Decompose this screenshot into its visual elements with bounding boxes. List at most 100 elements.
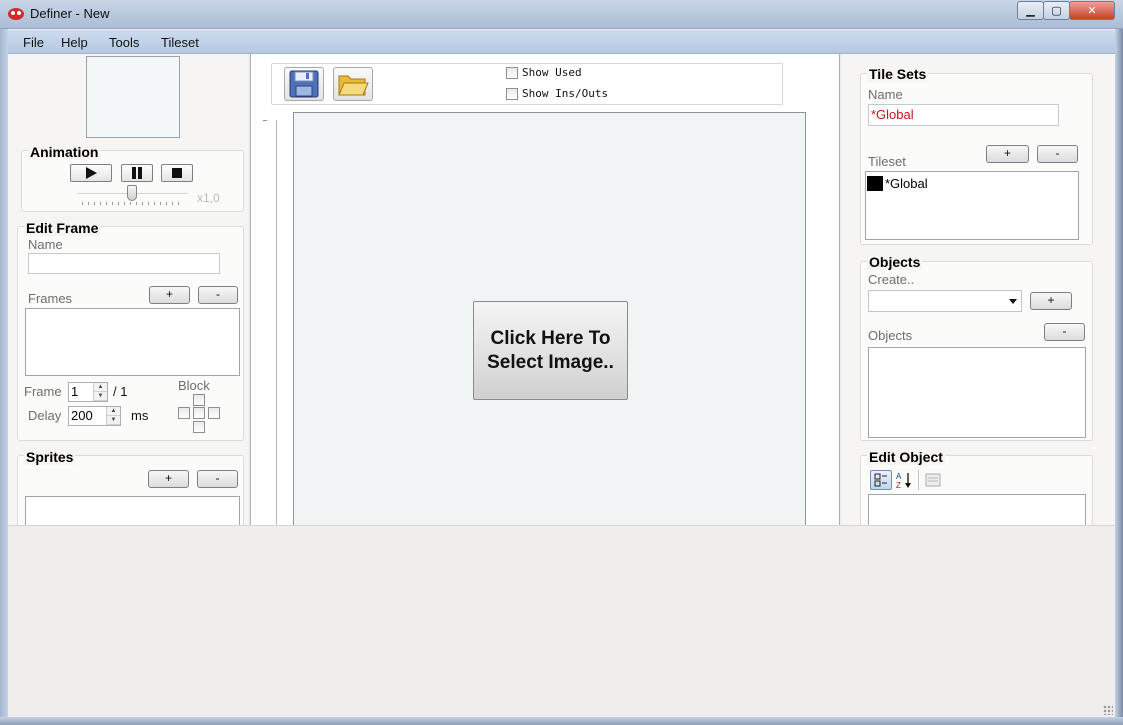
animation-preview <box>86 56 180 138</box>
floppy-disk-icon <box>289 70 319 98</box>
pause-button[interactable] <box>121 164 153 182</box>
speed-slider-thumb[interactable] <box>127 185 137 201</box>
menu-tools[interactable]: Tools <box>109 35 139 50</box>
menu-bar: File Help Tools Tileset <box>8 30 1115 54</box>
close-icon: ✕ <box>1087 5 1097 17</box>
svg-text:A: A <box>896 472 902 481</box>
objects-label: Objects <box>868 328 913 343</box>
stepper-down-icon[interactable]: ▼ <box>94 392 107 401</box>
frame-total: / 1 <box>113 384 128 399</box>
tile-sets-title: Tile Sets <box>867 66 929 82</box>
window-frame-bottom <box>0 717 1123 725</box>
sprites-title: Sprites <box>24 449 76 465</box>
maximize-button[interactable]: ▢ <box>1043 1 1070 20</box>
remove-object-button[interactable]: - <box>1044 323 1085 341</box>
delay-label: Delay <box>28 408 62 423</box>
window-title: Definer - New <box>30 6 110 21</box>
chevron-down-icon <box>1009 299 1017 304</box>
menu-tileset[interactable]: Tileset <box>161 35 199 50</box>
add-sprite-button[interactable]: + <box>148 470 189 488</box>
menu-file[interactable]: File <box>23 35 44 50</box>
frames-list[interactable] <box>25 308 240 376</box>
block-label: Block <box>178 378 210 393</box>
save-button[interactable] <box>284 67 324 101</box>
frame-number-stepper[interactable]: 1 ▲ ▼ <box>68 382 108 402</box>
edit-frame-group: Edit Frame Name Frames + - Frame 1 ▲ ▼ / … <box>17 220 244 441</box>
block-left-checkbox[interactable] <box>178 407 190 419</box>
list-item[interactable]: *Global <box>867 176 928 191</box>
stepper-down-icon[interactable]: ▼ <box>107 416 120 425</box>
left-panel: Animation x1,0 Edit Frame Name Frames + … <box>8 54 248 536</box>
block-top-checkbox[interactable] <box>193 394 205 406</box>
show-used-checkbox[interactable] <box>506 67 518 79</box>
stop-icon <box>172 168 182 178</box>
tileset-label: Tileset <box>868 154 906 169</box>
tileset-list[interactable]: *Global <box>865 171 1079 240</box>
edit-object-title: Edit Object <box>867 449 945 465</box>
menu-help[interactable]: Help <box>61 35 88 50</box>
edit-frame-title: Edit Frame <box>24 220 101 236</box>
ruler-tick <box>263 120 267 121</box>
stepper-up-icon[interactable]: ▲ <box>94 383 107 392</box>
frame-number-label: Frame <box>24 384 62 399</box>
play-button[interactable] <box>70 164 112 182</box>
block-right-checkbox[interactable] <box>208 407 220 419</box>
pause-icon <box>132 167 142 179</box>
add-tileset-button[interactable]: + <box>986 145 1029 163</box>
show-ins-outs-checkbox[interactable] <box>506 88 518 100</box>
folder-open-icon <box>338 75 369 96</box>
animation-group: Animation x1,0 <box>21 144 244 212</box>
remove-frame-button[interactable]: - <box>198 286 238 304</box>
block-center-checkbox[interactable] <box>193 407 205 419</box>
speed-slider[interactable] <box>78 185 188 207</box>
right-panel: Tile Sets Name *Global Tileset + - *Glob… <box>842 54 1115 536</box>
open-button[interactable] <box>333 67 373 101</box>
editor-panel: Show Used Show Ins/Outs Click Here To Se… <box>250 54 840 525</box>
tile-sets-group: Tile Sets Name *Global Tileset + - *Glob… <box>860 66 1093 245</box>
select-image-label-line2: Select Image.. <box>487 351 614 373</box>
block-bottom-checkbox[interactable] <box>193 421 205 433</box>
bottom-area <box>8 525 1115 717</box>
select-image-button[interactable]: Click Here To Select Image.. <box>473 301 628 400</box>
show-used-label: Show Used <box>522 66 582 79</box>
create-object-dropdown[interactable] <box>868 290 1022 312</box>
resize-grip-icon[interactable] <box>1103 705 1113 715</box>
select-image-label-line1: Click Here To <box>490 327 611 349</box>
frame-name-input[interactable] <box>28 253 220 274</box>
animation-title: Animation <box>28 144 101 160</box>
add-object-button[interactable]: + <box>1030 292 1072 310</box>
tileset-name-input[interactable]: *Global <box>868 104 1059 126</box>
editor-toolbar: Show Used Show Ins/Outs <box>271 63 783 105</box>
edit-object-group: Edit Object A Z <box>860 449 1093 536</box>
image-canvas[interactable]: Click Here To Select Image.. <box>293 112 806 525</box>
vertical-ruler <box>276 120 279 525</box>
add-frame-button[interactable]: + <box>149 286 190 304</box>
remove-tileset-button[interactable]: - <box>1037 145 1078 163</box>
stop-button[interactable] <box>161 164 193 182</box>
property-pages-button[interactable] <box>924 472 942 488</box>
window-frame-right <box>1115 29 1123 725</box>
close-button[interactable]: ✕ <box>1069 1 1115 20</box>
objects-group: Objects Create.. + Objects - <box>860 254 1093 441</box>
frame-number-value: 1 <box>71 384 79 399</box>
speed-slider-ticks <box>82 202 184 205</box>
minimize-button[interactable]: ▁ <box>1017 1 1044 20</box>
toolbar-separator <box>918 470 919 490</box>
categorized-view-button[interactable] <box>870 470 892 490</box>
stepper-up-icon[interactable]: ▲ <box>107 407 120 416</box>
objects-list[interactable] <box>868 347 1086 438</box>
frames-label: Frames <box>28 291 73 306</box>
create-label: Create.. <box>868 272 915 287</box>
svg-text:Z: Z <box>896 481 901 489</box>
tileset-item-label: *Global <box>885 176 928 191</box>
speed-label: x1,0 <box>197 191 220 205</box>
delay-stepper[interactable]: 200 ▲ ▼ <box>68 406 121 426</box>
remove-sprite-button[interactable]: - <box>197 470 238 488</box>
delay-value: 200 <box>71 408 93 423</box>
delay-unit: ms <box>131 408 149 423</box>
minimize-icon: ▁ <box>1026 5 1035 17</box>
property-pages-icon <box>925 473 941 487</box>
frame-name-label: Name <box>28 237 63 252</box>
alphabetical-view-button[interactable]: A Z <box>894 470 914 490</box>
show-ins-outs-label: Show Ins/Outs <box>522 87 609 100</box>
